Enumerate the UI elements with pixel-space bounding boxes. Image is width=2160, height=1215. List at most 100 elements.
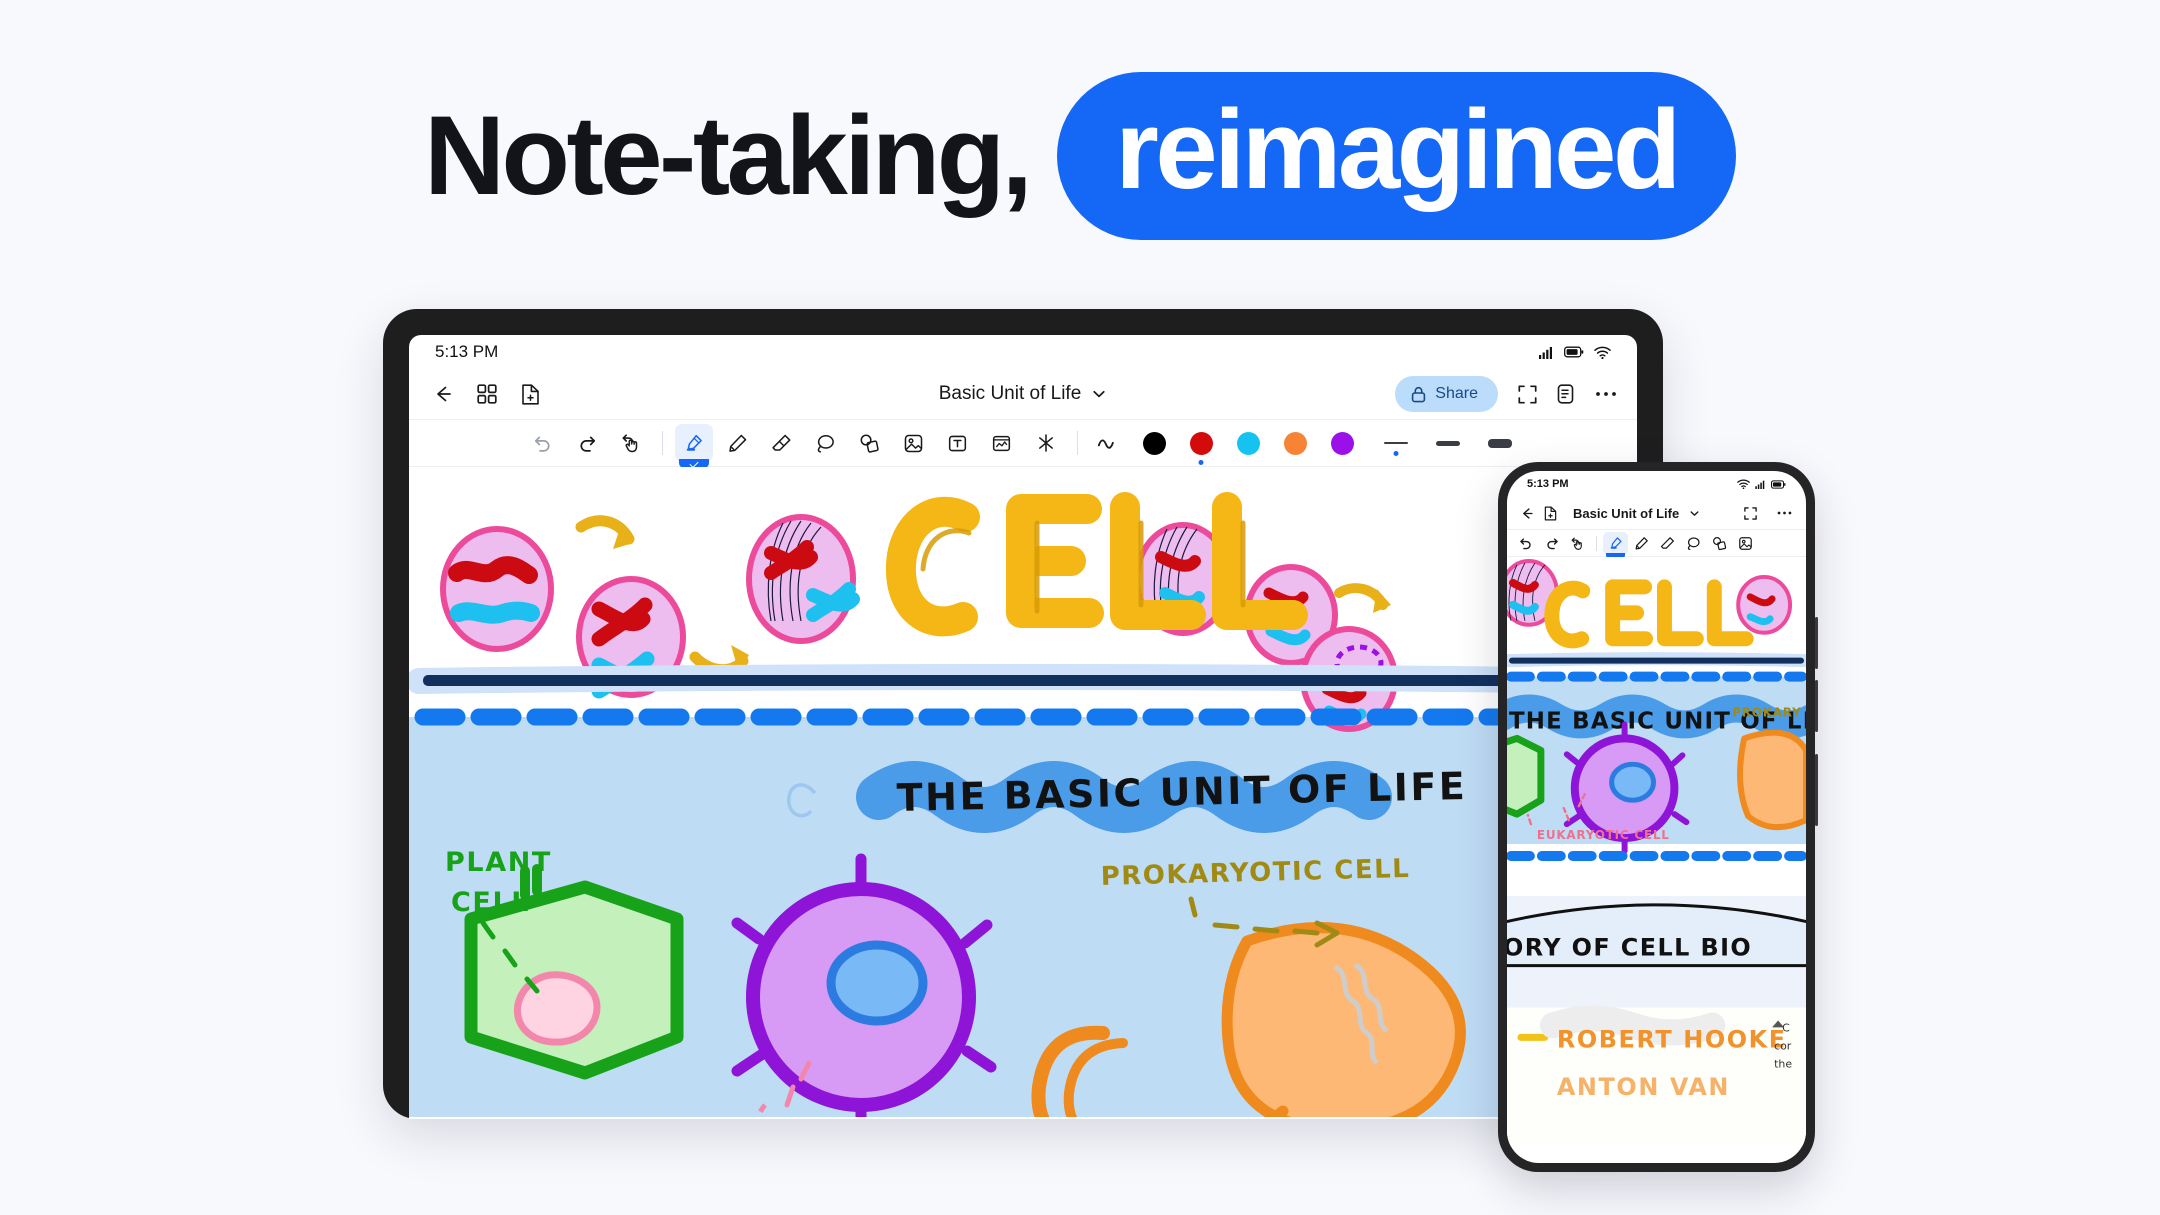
phone-side-note-3: the <box>1774 1057 1792 1070</box>
hero-headline: Note-taking, reimagined <box>0 72 2160 240</box>
wifi-icon <box>1737 479 1750 489</box>
cellular-signal-icon <box>1539 346 1552 359</box>
fullscreen-icon[interactable] <box>1744 506 1757 520</box>
tablet-screen: 5:13 PM Basic Unit of Life Share THE BAS… <box>409 335 1637 1119</box>
phone-nav-bar: Basic Unit of Life <box>1507 497 1806 529</box>
chevron-down-icon[interactable] <box>1091 386 1107 402</box>
stroke-style-toggle[interactable] <box>1090 424 1128 462</box>
sparkle-icon[interactable] <box>1027 424 1065 462</box>
fullscreen-icon[interactable] <box>1518 384 1537 404</box>
page-title: Basic Unit of Life <box>938 383 1082 404</box>
toolbar-divider <box>661 431 663 455</box>
phone-note-canvas[interactable]: THE BASIC UNIT OF LIF PROKARY EUKARYOTIC… <box>1507 557 1806 1147</box>
toolbar-colors-group <box>1134 431 1363 455</box>
phone-toolbar <box>1507 529 1806 559</box>
eraser-tool[interactable] <box>1655 532 1680 555</box>
battery-icon <box>1771 479 1786 489</box>
tablet-nav-right: Share <box>1395 369 1617 419</box>
page-grid-icon[interactable] <box>477 384 497 404</box>
phone-volume-up-button[interactable] <box>1815 617 1818 669</box>
sticky-note-tool[interactable] <box>983 424 1021 462</box>
tablet-device: 5:13 PM Basic Unit of Life Share THE BAS… <box>383 309 1663 1119</box>
headline-pill: reimagined <box>1057 72 1736 240</box>
undo-button[interactable] <box>524 424 562 462</box>
chevron-down-icon[interactable] <box>1689 508 1700 519</box>
note-drawing: THE BASIC UNIT OF LIFE PLANT CELL PROKAR… <box>409 492 1637 1117</box>
toolbar-history-group <box>524 424 650 462</box>
toolbar-style-group <box>1090 424 1128 462</box>
headline-pill-text: reimagined <box>1115 87 1681 212</box>
promo-page: Note-taking, reimagined 5:13 PM Basic Un… <box>0 0 2160 1215</box>
phone-side-note-2: cor <box>1774 1039 1792 1052</box>
tablet-toolbar <box>409 419 1637 468</box>
battery-icon <box>1564 346 1584 358</box>
tablet-nav-left <box>431 383 540 405</box>
hand-undo-icon[interactable] <box>1565 532 1590 555</box>
underline-rule <box>409 664 1637 694</box>
plant-cell-label-line2: CELL <box>451 887 530 918</box>
hand-undo-icon[interactable] <box>612 424 650 462</box>
headline-text: Note-taking, <box>424 93 1033 218</box>
undo-button[interactable] <box>1513 532 1538 555</box>
tablet-status-icons <box>1539 346 1611 359</box>
color-cyan[interactable] <box>1236 431 1260 455</box>
tablet-status-bar: 5:13 PM <box>409 335 1637 369</box>
highlighter-tool[interactable] <box>674 424 713 468</box>
wave-icon <box>1097 439 1114 449</box>
toolbar-tools-group <box>674 424 1065 468</box>
redo-button[interactable] <box>1539 532 1564 555</box>
tablet-status-time: 5:13 PM <box>435 342 499 361</box>
phone-list-item: ROBERT HOOKE <box>1557 1025 1787 1053</box>
color-purple[interactable] <box>1330 431 1354 455</box>
cell-title-handwriting <box>885 492 1308 637</box>
tablet-note-canvas[interactable]: THE BASIC UNIT OF LIFE PLANT CELL PROKAR… <box>409 467 1637 1117</box>
phone-note-drawing: THE BASIC UNIT OF LIF PROKARY EUKARYOTIC… <box>1507 559 1806 1146</box>
back-arrow-icon[interactable] <box>431 383 453 405</box>
stroke-thin[interactable] <box>1383 441 1408 445</box>
toolbar-divider <box>1596 535 1597 551</box>
phone-section-heading: ORY OF CELL BIO <box>1507 934 1752 962</box>
back-arrow-icon[interactable] <box>1519 506 1534 521</box>
share-button-label: Share <box>1435 385 1478 402</box>
new-page-icon[interactable] <box>521 383 540 405</box>
text-tool[interactable] <box>939 424 977 462</box>
redo-button[interactable] <box>568 424 606 462</box>
phone-status-icons <box>1737 479 1786 489</box>
tablet-nav-bar: Basic Unit of Life Share <box>409 369 1637 419</box>
wifi-icon <box>1594 346 1611 359</box>
phone-power-button[interactable] <box>1815 754 1818 826</box>
share-button[interactable]: Share <box>1395 376 1498 412</box>
phone-prokaryotic-label: PROKARY <box>1732 705 1801 719</box>
toolbar-stroke-group <box>1373 438 1523 448</box>
shapes-tool[interactable] <box>851 424 889 462</box>
shapes-tool[interactable] <box>1707 532 1732 555</box>
color-orange[interactable] <box>1283 431 1307 455</box>
phone-side-note-1: C <box>1782 1021 1790 1034</box>
lasso-tool[interactable] <box>807 424 845 462</box>
phone-status-bar: 5:13 PM <box>1507 471 1806 497</box>
new-page-icon[interactable] <box>1544 506 1557 521</box>
page-title: Basic Unit of Life <box>1573 505 1680 521</box>
color-red[interactable] <box>1189 431 1213 455</box>
more-horizontal-icon[interactable] <box>1777 510 1792 516</box>
image-tool[interactable] <box>1733 532 1758 555</box>
cellular-signal-icon <box>1755 480 1765 489</box>
plant-cell-label-line1: PLANT <box>445 847 552 878</box>
lasso-tool[interactable] <box>1681 532 1706 555</box>
pen-tool[interactable] <box>719 424 757 462</box>
document-outline-icon[interactable] <box>1557 384 1575 404</box>
highlighter-tool[interactable] <box>1603 531 1628 559</box>
color-black[interactable] <box>1142 431 1166 455</box>
stroke-thick[interactable] <box>1487 438 1512 448</box>
stroke-medium[interactable] <box>1435 440 1460 446</box>
phone-status-time: 5:13 PM <box>1527 478 1569 490</box>
phone-volume-down-button[interactable] <box>1815 680 1818 732</box>
image-tool[interactable] <box>895 424 933 462</box>
eraser-tool[interactable] <box>763 424 801 462</box>
more-horizontal-icon[interactable] <box>1595 390 1617 398</box>
phone-list-item-2: ANTON VAN <box>1557 1073 1730 1101</box>
pen-tool[interactable] <box>1629 532 1654 555</box>
phone-screen: 5:13 PM Basic Unit of Life THE BASIC UNI… <box>1507 471 1806 1163</box>
phone-device: 5:13 PM Basic Unit of Life THE BASIC UNI… <box>1498 462 1818 1172</box>
toolbar-divider-2 <box>1076 431 1078 455</box>
